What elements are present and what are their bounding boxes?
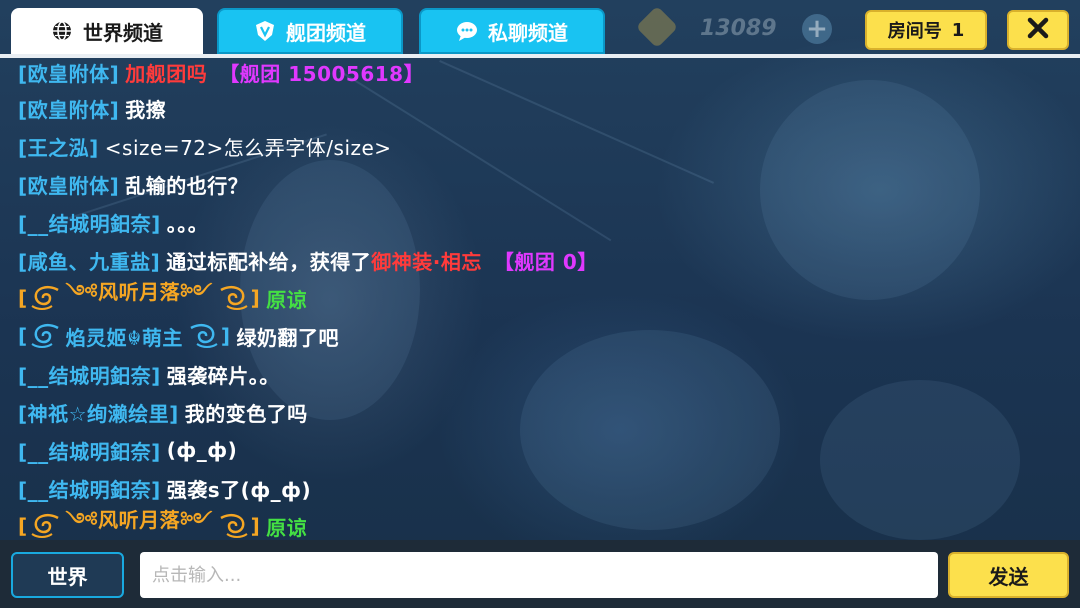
item-name: 御神装·相忘 xyxy=(371,249,482,274)
chat-message: [欧皇附体] 乱输的也行？ xyxy=(18,166,248,202)
sender-name[interactable]: [欧皇附体] xyxy=(18,170,119,199)
chat-input-bar: 世界 发送 xyxy=(0,540,1080,608)
tab-label: 世界频道 xyxy=(83,20,163,45)
send-button[interactable]: 发送 xyxy=(948,552,1069,598)
name-flourish-icon xyxy=(31,324,59,348)
sender-name[interactable]: [__结城明鈤奈] xyxy=(18,436,161,465)
message-text: 。。。 xyxy=(166,211,209,236)
tab-label: 私聊频道 xyxy=(488,20,568,45)
sender-name[interactable]: [王之泓] xyxy=(18,132,99,161)
message-text: (ф_ф) xyxy=(166,438,238,462)
sender-bracket: [ xyxy=(18,286,28,310)
globe-icon xyxy=(51,20,73,42)
channel-tab-bar: 世界频道 舰团频道 私聊频道 13089 + 房间号 1 xyxy=(0,0,1080,58)
chat-input[interactable] xyxy=(140,552,938,598)
chat-message: [ ༺风听月落༻ ] 原谅 xyxy=(18,280,307,316)
message-text: 强袭碎片。。 xyxy=(166,363,280,388)
message-text: 我的变色了吗 xyxy=(184,401,308,426)
sender-bracket: ] xyxy=(220,324,231,348)
room-number-button[interactable]: 房间号 1 xyxy=(865,10,987,50)
chat-message: [神祇☆绚濑绘里] 我的变色了吗 xyxy=(18,394,308,430)
chat-message: [ ༺风听月落༻ ] 原谅 xyxy=(18,508,307,540)
channel-select-button[interactable]: 世界 xyxy=(11,552,124,598)
name-flourish-icon xyxy=(31,286,59,310)
room-label: 房间号 xyxy=(887,21,942,42)
message-text: 原谅 xyxy=(266,287,308,312)
chat-message: [欧皇附体] 我擦 xyxy=(18,90,166,126)
chat-message-list[interactable]: [欧皇附体] 加舰团吗 【舰团 15005618】 [欧皇附体] 我擦 [王之泓… xyxy=(0,58,1080,540)
fleet-link[interactable]: 【舰团 15005618】 xyxy=(219,58,424,87)
chat-message: [__结城明鈤奈] 强袭碎片。。 xyxy=(18,356,280,392)
message-text: 绿奶翻了吧 xyxy=(236,325,339,350)
sender-name[interactable]: ༺风听月落༻ xyxy=(66,498,213,540)
sender-bracket: ] xyxy=(250,514,261,538)
sender-name[interactable]: [欧皇附体] xyxy=(18,58,119,87)
coin-icon xyxy=(635,5,679,49)
message-text: <size=72>怎么弄字体/size> xyxy=(104,135,392,160)
close-icon xyxy=(1026,16,1050,44)
chat-bubble-icon xyxy=(456,20,478,42)
chat-message: [ 焰灵姬☬萌主 ] 绿奶翻了吧 xyxy=(18,318,339,354)
chat-message: [欧皇附体] 加舰团吗 【舰团 15005618】 xyxy=(18,58,424,90)
tab-fleet-channel[interactable]: 舰团频道 xyxy=(217,8,403,54)
close-button[interactable] xyxy=(1007,10,1069,50)
message-text: 乱输的也行？ xyxy=(125,173,249,198)
name-flourish-icon xyxy=(190,324,218,348)
chat-message: [__结城明鈤奈] (ф_ф) xyxy=(18,432,237,468)
add-currency-icon: + xyxy=(802,14,832,44)
currency-count: 13089 xyxy=(700,16,777,41)
sender-name[interactable]: [神祇☆绚濑绘里] xyxy=(18,398,179,427)
sender-bracket: ] xyxy=(250,286,261,310)
sender-bracket: [ xyxy=(18,514,28,538)
sender-name[interactable]: [__结城明鈤奈] xyxy=(18,360,161,389)
chat-message: [王之泓] <size=72>怎么弄字体/size> xyxy=(18,128,392,164)
name-flourish-icon xyxy=(219,286,248,310)
message-text: 加舰团吗 xyxy=(125,61,208,86)
sender-name[interactable]: [__结城明鈤奈] xyxy=(18,208,161,237)
name-flourish-icon xyxy=(219,514,248,538)
sender-name[interactable]: 焰灵姬☬萌主 xyxy=(66,322,183,351)
tab-world-channel[interactable]: 世界频道 xyxy=(11,8,203,54)
chat-message: [__结城明鈤奈] 。。。 xyxy=(18,204,208,240)
shield-icon xyxy=(254,20,276,42)
fleet-link[interactable]: 【舰团 0】 xyxy=(494,246,598,275)
tab-label: 舰团频道 xyxy=(286,20,366,45)
sender-name[interactable]: [欧皇附体] xyxy=(18,94,119,123)
message-text: 我擦 xyxy=(125,97,167,122)
message-text: 原谅 xyxy=(266,515,308,540)
sender-bracket: [ xyxy=(18,324,28,348)
name-flourish-icon xyxy=(31,514,59,538)
room-number: 1 xyxy=(951,19,965,41)
tab-private-channel[interactable]: 私聊频道 xyxy=(419,8,605,54)
